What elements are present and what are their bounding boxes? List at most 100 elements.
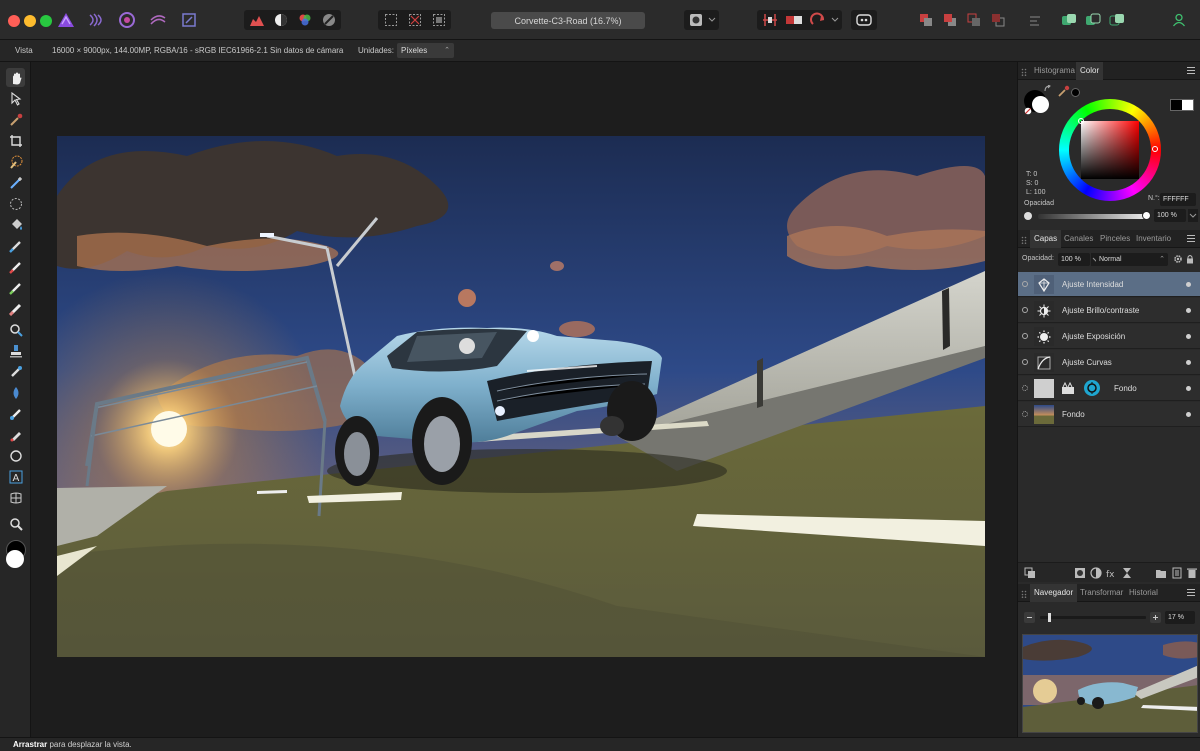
levels-icon[interactable] [246,9,268,31]
stroke-color-circle[interactable] [1032,96,1049,113]
color-picker-tool-icon[interactable] [6,110,25,129]
blend-mode-select[interactable]: Normal ⌃ [1096,253,1168,266]
tab-histogram[interactable]: Histograma [1030,62,1079,80]
close-window-button[interactable] [8,15,20,27]
layer-visible-dot[interactable] [1186,308,1191,313]
panel-menu-icon[interactable] [1187,235,1195,243]
freehand-select-tool-icon[interactable] [6,194,25,213]
tab-assets[interactable]: Inventario [1132,230,1175,248]
clone-brush-tool-icon[interactable] [6,341,25,360]
selection-brush-tool-icon[interactable] [6,152,25,171]
tab-history[interactable]: Historial [1125,584,1162,602]
view-tool-icon[interactable] [6,68,25,87]
opacity-value[interactable]: 100 % [1154,209,1186,222]
layer-row[interactable]: Ajuste Brillo/contraste [1018,298,1200,323]
move-forward-icon[interactable] [939,9,961,31]
boolean-subtract-icon[interactable] [1082,9,1104,31]
layer-visibility-icon[interactable] [1022,385,1028,391]
zoom-value[interactable]: 17 % [1165,611,1195,624]
layer-effects-icon[interactable] [1121,567,1133,582]
tab-layers[interactable]: Capas [1030,230,1062,248]
hex-input[interactable]: FFFFFF [1160,193,1196,206]
auto-contrast-icon[interactable] [270,9,292,31]
layer-visible-dot[interactable] [1186,412,1191,417]
document-title[interactable]: Corvette-C3-Road (16.7%) [491,12,645,29]
snapping-icon[interactable] [759,9,781,31]
layer-opacity-value[interactable]: 100 % [1058,253,1090,266]
panel-grip-icon[interactable] [1021,67,1027,76]
snapping-dropdown-icon[interactable] [828,9,842,31]
tab-transform[interactable]: Transformar [1076,584,1127,602]
navigator-preview[interactable] [1022,634,1198,733]
adjustment-layer-icon[interactable] [1090,567,1102,582]
mask-layer-icon[interactable] [1074,567,1086,582]
user-icon[interactable] [1168,9,1190,31]
tone-mapping-persona-icon[interactable] [147,9,169,31]
picked-color-swatch[interactable] [1071,88,1080,97]
move-back-icon[interactable] [915,9,937,31]
align-icon[interactable] [1024,9,1046,31]
layer-visibility-icon[interactable] [1022,359,1028,365]
panel-grip-icon[interactable] [1021,589,1027,598]
marquee-select-icon[interactable] [380,9,402,31]
tab-color[interactable]: Color [1076,62,1104,80]
layer-visibility-icon[interactable] [1022,411,1028,417]
minimize-window-button[interactable] [24,15,36,27]
zoom-window-button[interactable] [40,15,52,27]
layer-visible-dot[interactable] [1186,282,1191,287]
pen-tool-icon[interactable] [6,425,25,444]
tab-brushes[interactable]: Pinceles [1096,230,1134,248]
quick-mask-dropdown-icon[interactable] [705,9,719,31]
photo-persona-icon[interactable] [55,9,77,31]
add-pixel-layer-icon[interactable] [1171,567,1183,582]
zoom-out-button[interactable] [1024,612,1035,623]
layers-empty-area[interactable] [1018,428,1200,560]
gear-icon[interactable] [1173,254,1183,267]
secondary-color-swatch[interactable] [6,550,24,568]
color-picker-icon[interactable] [1058,85,1070,100]
auto-colors-icon[interactable] [294,9,316,31]
assistant-icon[interactable] [853,9,875,31]
auto-white-balance-icon[interactable] [318,9,340,31]
layer-row[interactable]: Ajuste Intensidad [1018,272,1200,297]
export-persona-icon[interactable] [178,9,200,31]
canvas-area[interactable] [31,62,1017,737]
lock-icon[interactable] [1186,254,1194,267]
layer-row[interactable]: Fondo [1018,376,1200,401]
layer-visible-dot[interactable] [1186,360,1191,365]
crop-tool-icon[interactable] [6,131,25,150]
flood-fill-tool-icon[interactable] [6,215,25,234]
layer-row[interactable]: Fondo [1018,402,1200,427]
units-select[interactable]: Píxeles ⌃ [397,43,454,58]
zoom-slider[interactable] [1040,613,1146,622]
layer-row[interactable]: Ajuste Curvas [1018,350,1200,375]
layer-visible-dot[interactable] [1186,334,1191,339]
move-to-front-icon[interactable] [987,9,1009,31]
hsl-color-wheel[interactable] [1059,99,1161,201]
move-by-whole-pixels-icon[interactable] [807,9,829,31]
invert-selection-icon[interactable] [428,9,450,31]
tab-channels[interactable]: Canales [1060,230,1097,248]
layer-visible-dot[interactable] [1186,386,1191,391]
panel-menu-icon[interactable] [1187,67,1195,75]
background-erase-tool-icon[interactable] [6,278,25,297]
no-color-icon[interactable] [1024,106,1032,118]
force-pixel-alignment-icon[interactable] [783,9,805,31]
document-image[interactable] [57,136,985,657]
swap-colors-icon[interactable] [1044,84,1052,96]
opacity-slider[interactable] [1038,214,1148,219]
opacity-dropdown[interactable] [1188,209,1198,222]
sponge-brush-tool-icon[interactable] [6,404,25,423]
ellipse-tool-icon[interactable] [6,446,25,465]
layer-visibility-icon[interactable] [1022,333,1028,339]
panel-grip-icon[interactable] [1021,235,1027,244]
deselect-icon[interactable] [404,9,426,31]
opacity-slider-handle[interactable] [1142,211,1151,220]
black-white-swatch[interactable] [1170,99,1194,111]
artistic-text-tool-icon[interactable]: A [6,467,25,486]
boolean-add-icon[interactable] [1058,9,1080,31]
flood-select-tool-icon[interactable] [6,173,25,192]
boolean-intersect-icon[interactable] [1106,9,1128,31]
liquify-persona-icon[interactable] [85,9,107,31]
layer-row[interactable]: Ajuste Exposición [1018,324,1200,349]
